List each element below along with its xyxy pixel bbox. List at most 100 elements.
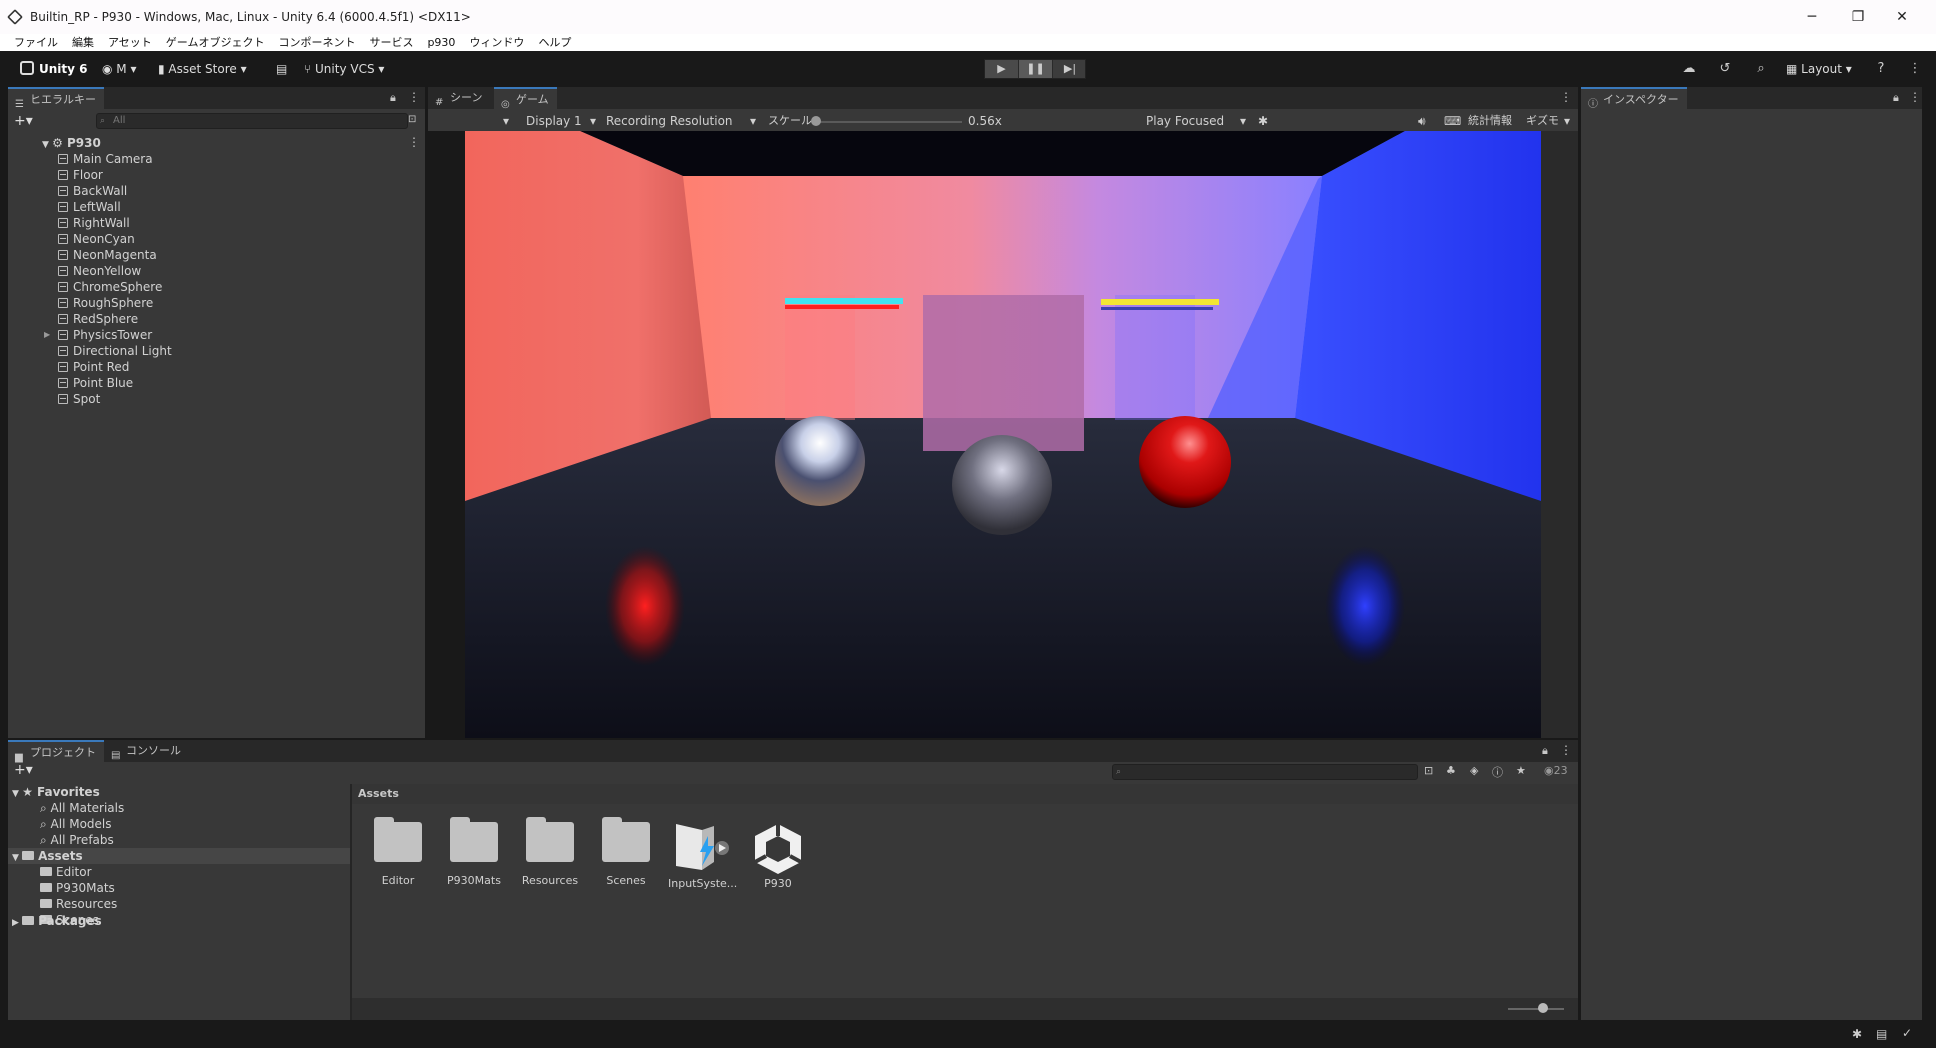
project-search-input[interactable]: ⌕ (1112, 764, 1418, 780)
hierarchy-item[interactable]: LeftWall (58, 199, 121, 215)
asset-store-button[interactable]: ▮ Asset Store ▾ (152, 58, 253, 80)
filter-by-label-icon[interactable]: ◈ (1470, 764, 1478, 777)
menu-gameobject[interactable]: ゲームオブジェクト (166, 34, 265, 51)
hierarchy-item[interactable]: BackWall (58, 183, 127, 199)
menu-assets[interactable]: アセット (108, 34, 152, 51)
history-icon[interactable]: ↺ (1714, 58, 1736, 80)
layers-icon[interactable]: ▤ (1876, 1027, 1887, 1041)
packages-folder[interactable]: ▶ Packages (12, 913, 102, 929)
pause-button[interactable]: ❚❚ (1019, 60, 1053, 78)
asset-inputsystem[interactable]: InputSyste... (668, 822, 737, 890)
hierarchy-search-input[interactable]: ⌕ All (96, 113, 408, 129)
scale-slider-thumb[interactable] (811, 116, 821, 126)
menu-p930[interactable]: p930 (427, 34, 455, 51)
hierarchy-item[interactable]: ChromeSphere (58, 279, 162, 295)
tab-project[interactable]: ▆ プロジェクト (8, 740, 104, 763)
play-button[interactable]: ▶ (985, 60, 1019, 78)
maximize-button[interactable]: ❐ (1838, 6, 1878, 28)
layout-dropdown[interactable]: ▦ Layout ▾ (1780, 58, 1858, 80)
expand-arrow-icon[interactable]: ▶ (44, 327, 50, 343)
assets-folder[interactable]: ▼ Assets (12, 848, 83, 864)
help-icon[interactable]: ? (1870, 58, 1892, 80)
debug-icon[interactable]: ✱ (1852, 1027, 1862, 1041)
search-options-icon[interactable]: ⊡ (408, 114, 416, 125)
resolution-dropdown[interactable]: Recording Resolution (19. (606, 113, 760, 129)
chevron-down-icon[interactable]: ▾ (1564, 113, 1570, 129)
gizmos-button[interactable]: ギズモ (1526, 113, 1559, 129)
more-icon[interactable]: ⋮ (1560, 90, 1572, 104)
icon-size-thumb[interactable] (1538, 1003, 1548, 1013)
favorites-folder[interactable]: ▼ ★ Favorites (12, 784, 100, 800)
display-dropdown[interactable]: Display 1 (526, 113, 582, 129)
add-button[interactable]: +▾ (14, 113, 33, 129)
audio-icon[interactable]: 🔊︎ (1418, 113, 1426, 129)
hierarchy-item[interactable]: Point Blue (58, 375, 133, 391)
more-icon[interactable]: ⋮ (1904, 58, 1926, 80)
asset-scene-p930[interactable]: P930 (745, 822, 811, 890)
hierarchy-item[interactable]: Point Red (58, 359, 129, 375)
tab-scene[interactable]: # シーン (428, 87, 490, 109)
game-viewport[interactable] (465, 131, 1541, 738)
tab-hierarchy[interactable]: ☰ ヒエラルキー (8, 87, 104, 110)
favorite-star-icon[interactable]: ★ (1516, 764, 1526, 777)
menu-help[interactable]: ヘルプ (538, 34, 571, 51)
hidden-packages-count[interactable]: ◉23 (1544, 764, 1568, 777)
account-dropdown[interactable]: ◉ M ▾ (96, 58, 143, 80)
project-splitter[interactable] (350, 784, 352, 1020)
tab-inspector[interactable]: ⓘ インスペクター (1581, 87, 1687, 110)
filter-by-type-icon[interactable]: ♣ (1446, 764, 1456, 777)
hierarchy-item[interactable]: Main Camera (58, 151, 153, 167)
filter-log-icon[interactable]: ⓘ (1492, 764, 1503, 780)
search-type-icon[interactable]: ⊡ (1424, 764, 1433, 777)
hierarchy-item[interactable]: Floor (58, 167, 103, 183)
menu-services[interactable]: サービス (369, 34, 413, 51)
menu-file[interactable]: ファイル (14, 34, 58, 51)
asset-folder-scenes[interactable]: Scenes (593, 817, 659, 887)
asset-folder-item[interactable]: Resources (40, 896, 117, 912)
hierarchy-item[interactable]: NeonCyan (58, 231, 135, 247)
asset-folder-resources[interactable]: Resources (517, 817, 583, 887)
more-icon[interactable]: ⋮ (408, 90, 420, 104)
close-button[interactable]: ✕ (1882, 6, 1922, 28)
hierarchy-item[interactable]: NeonYellow (58, 263, 141, 279)
more-icon[interactable]: ⋮ (1560, 743, 1572, 757)
vcs-button[interactable]: ⑂ Unity VCS ▾ (298, 58, 390, 80)
lock-icon[interactable]: 🔒︎ (1542, 744, 1548, 758)
scale-slider-track[interactable] (816, 121, 962, 123)
asset-folder-item[interactable]: P930Mats (40, 880, 115, 896)
menu-component[interactable]: コンポーネント (278, 34, 355, 51)
display-caret-icon[interactable]: ▾ (503, 113, 509, 129)
playmode-dropdown[interactable]: Play Focused (1146, 113, 1224, 129)
icon-size-slider[interactable] (1508, 1008, 1564, 1010)
menu-edit[interactable]: 編集 (72, 34, 94, 51)
hierarchy-item[interactable]: RoughSphere (58, 295, 153, 311)
bug-icon[interactable]: ✱ (1258, 113, 1268, 129)
checkmark-icon[interactable]: ✓ (1902, 1026, 1912, 1040)
step-button[interactable]: ▶| (1053, 60, 1087, 78)
menu-window[interactable]: ウィンドウ (469, 34, 524, 51)
stats-button[interactable]: 統計情報 (1468, 113, 1512, 129)
hierarchy-item[interactable]: NeonMagenta (58, 247, 157, 263)
tab-console[interactable]: ▤ コンソール (104, 740, 189, 762)
lock-icon[interactable]: 🔒︎ (390, 91, 396, 105)
hierarchy-item[interactable]: Spot (58, 391, 100, 407)
asset-folder-p930mats[interactable]: P930Mats (441, 817, 507, 887)
more-icon[interactable]: ⋮ (1909, 90, 1921, 104)
favorite-item[interactable]: ⌕ All Materials (40, 800, 124, 816)
asset-folder-editor[interactable]: Editor (365, 817, 431, 887)
favorite-item[interactable]: ⌕ All Prefabs (40, 832, 114, 848)
minimize-button[interactable]: ─ (1792, 6, 1832, 28)
favorite-item[interactable]: ⌕ All Models (40, 816, 112, 832)
hierarchy-item[interactable]: RedSphere (58, 311, 138, 327)
keyboard-icon[interactable]: ⌨ (1444, 113, 1461, 129)
scene-more-icon[interactable]: ⋮ (408, 135, 420, 149)
search-icon[interactable]: ⌕ (1750, 58, 1772, 80)
create-button[interactable]: +▾ (14, 762, 33, 778)
scene-root[interactable]: ▼ ⚙ P930 (42, 135, 101, 151)
hierarchy-item[interactable]: ▶ PhysicsTower (44, 327, 152, 343)
cloud-icon[interactable]: ☁ (1678, 58, 1700, 80)
unity-account-button[interactable]: Unity 6 (14, 58, 94, 80)
lock-icon[interactable]: 🔒︎ (1893, 91, 1899, 105)
breadcrumb-assets[interactable]: Assets (358, 787, 399, 800)
hierarchy-item[interactable]: Directional Light (58, 343, 172, 359)
